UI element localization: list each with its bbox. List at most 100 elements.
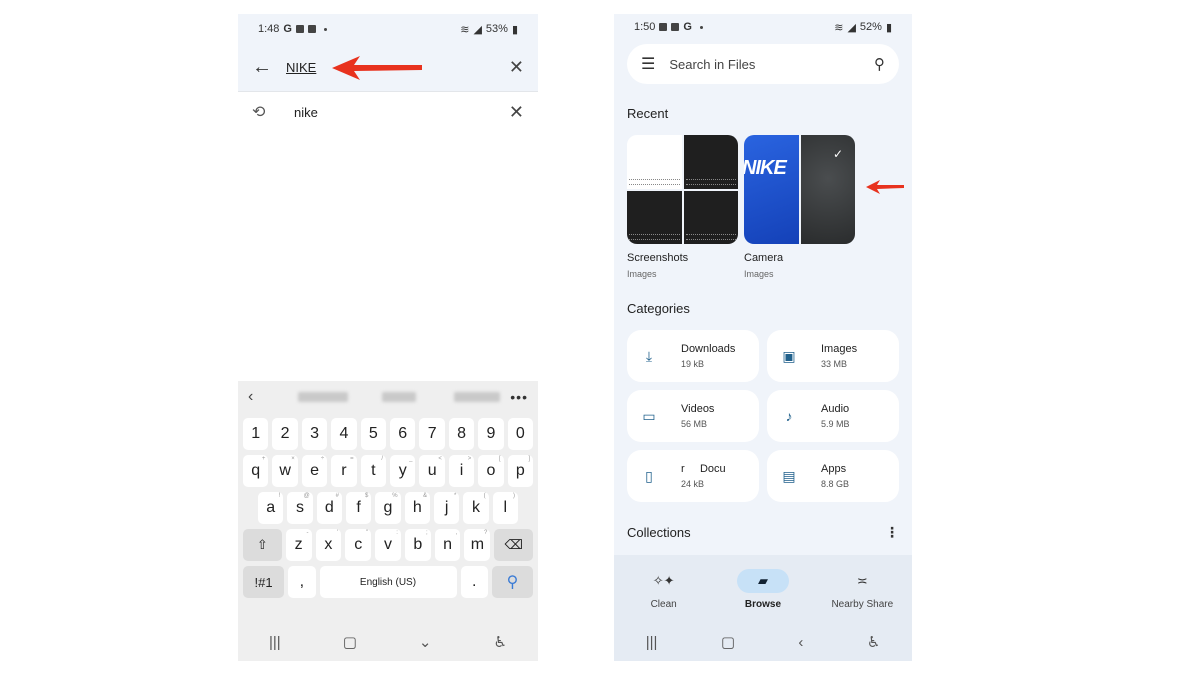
key[interactable]: f $ — [345, 492, 372, 524]
key[interactable]: q + — [243, 455, 269, 487]
category-videos[interactable]: ▭ Videos 56 MB — [627, 390, 759, 442]
category-audio[interactable]: ♪ Audio 5.9 MB — [767, 390, 899, 442]
key[interactable]: a! — [258, 492, 284, 524]
home-icon[interactable]: ▢ — [343, 633, 357, 651]
key[interactable]: 4 — [331, 418, 357, 450]
key[interactable]: 9 — [478, 418, 504, 450]
recents-icon[interactable]: ||| — [269, 634, 281, 651]
more-vert-icon[interactable]: ⋮ — [885, 524, 899, 541]
space-key[interactable]: English (US) — [319, 566, 457, 598]
category-size: 8.8 GB — [821, 479, 850, 489]
key[interactable]: b; — [404, 529, 431, 561]
key-letter: r — [341, 462, 347, 479]
key[interactable]: h & — [404, 492, 430, 524]
backspace-icon[interactable]: ⌫ — [494, 529, 533, 561]
key[interactable]: c " — [345, 529, 372, 561]
period-key[interactable]: . — [460, 566, 488, 598]
key[interactable]: k( — [463, 492, 489, 524]
key[interactable]: p] — [507, 455, 534, 487]
key[interactable]: g% — [375, 492, 401, 524]
key[interactable]: r = — [331, 455, 357, 487]
search-query-input[interactable]: NIKE — [286, 60, 316, 75]
key[interactable]: o[ — [478, 455, 504, 487]
recent-labels: Screenshots Images Camera Images — [614, 252, 912, 279]
category-documents[interactable]: ▯ r Docu 24 kB — [627, 450, 759, 502]
history-item[interactable]: ⟲ nike ✕ — [238, 92, 538, 132]
key[interactable]: 3 — [301, 418, 328, 450]
history-icon: ⟲ — [252, 104, 266, 121]
key[interactable]: 2 — [272, 418, 298, 450]
search-bar[interactable]: ☰ Search in Files ⚲ — [627, 44, 899, 84]
category-name: Audio — [821, 403, 850, 415]
key[interactable]: e ÷ — [301, 455, 328, 487]
recents-icon[interactable]: ||| — [646, 634, 658, 651]
category-downloads[interactable]: ⤓ Downloads 19 kB — [627, 330, 759, 382]
key[interactable]: t / — [360, 455, 387, 487]
more-options-icon[interactable]: ••• — [510, 389, 528, 405]
screenshots-thumbnail[interactable] — [627, 135, 738, 244]
wifi-icon: ≋ — [460, 23, 470, 36]
accessibility-icon[interactable]: ♿︎ — [494, 633, 507, 651]
key[interactable]: x ' — [315, 529, 342, 561]
swoosh-icon: ✓ — [832, 147, 843, 161]
key[interactable]: w × — [272, 455, 298, 487]
remove-history-close-icon[interactable]: ✕ — [509, 102, 524, 123]
key[interactable]: i > — [448, 455, 475, 487]
key[interactable]: y _ — [390, 455, 416, 487]
nav-clean[interactable]: ✧✦ Clean — [619, 569, 709, 610]
close-icon[interactable]: ✕ — [509, 57, 524, 78]
comma-key[interactable]: , — [288, 566, 316, 598]
key[interactable]: 8 — [448, 418, 475, 450]
hamburger-menu-icon[interactable]: ☰ — [641, 54, 655, 74]
key[interactable]: 7 — [419, 418, 445, 450]
recent-item-camera[interactable]: Camera Images — [744, 252, 855, 279]
home-icon[interactable]: ▢ — [721, 633, 735, 651]
recent-type: Images — [627, 269, 657, 279]
key[interactable]: v: — [375, 529, 401, 561]
camera-thumbnail[interactable]: NIKE ✓ — [744, 135, 855, 244]
battery-level: 52% — [859, 21, 882, 33]
key[interactable]: m? — [464, 529, 491, 561]
suggestion-blurred[interactable] — [382, 392, 416, 402]
key-secondary: , — [455, 530, 458, 536]
thumb-tile — [627, 135, 682, 189]
back-chevron-icon[interactable]: ‹ — [798, 634, 803, 651]
search-placeholder[interactable]: Search in Files — [669, 57, 755, 72]
nearby-share-icon: ≍ — [856, 572, 868, 588]
keyboard: ‹ ••• 1 2 3 4 5 6 7 8 9 0 q + w × e ÷ r = t / y _ u <… — [238, 381, 538, 661]
key-secondary: > — [467, 456, 472, 462]
key[interactable]: j * — [433, 492, 460, 524]
suggestion-blurred[interactable] — [298, 392, 348, 402]
collections-header: Collections ⋮ — [614, 524, 912, 541]
category-apps[interactable]: ▤ Apps 8.8 GB — [767, 450, 899, 502]
hide-keyboard-chevron-down-icon[interactable]: ⌄ — [419, 633, 432, 651]
key[interactable]: s @ — [287, 492, 313, 524]
key[interactable]: 0 — [507, 418, 534, 450]
key[interactable]: d # — [316, 492, 342, 524]
folder-search-icon: ▰ — [736, 568, 789, 593]
bottom-key-row: !#1 , English (US) . ⚲ — [238, 566, 538, 598]
category-images[interactable]: ▣ Images 33 MB — [767, 330, 899, 382]
key[interactable]: 1 — [243, 418, 269, 450]
nav-nearby-share[interactable]: ≍ Nearby Share — [817, 569, 907, 610]
key[interactable]: u < — [419, 455, 445, 487]
shift-key[interactable]: ⇧ — [243, 529, 282, 561]
key[interactable]: z- — [285, 529, 312, 561]
accessibility-icon[interactable]: ♿︎ — [867, 633, 880, 651]
chevron-left-icon[interactable]: ‹ — [248, 388, 266, 406]
symbols-key[interactable]: !#1 — [243, 566, 285, 598]
arrow-left-icon[interactable]: ← — [252, 56, 272, 79]
key-letter: w — [279, 462, 291, 479]
categories-grid: ⤓ Downloads 19 kB ▣ Images 33 MB ▭ Videos 5… — [614, 330, 912, 502]
recent-item-screenshots[interactable]: Screenshots Images — [627, 252, 738, 279]
key[interactable]: l) — [492, 492, 518, 524]
message-icon — [659, 23, 668, 31]
search-icon[interactable]: ⚲ — [874, 55, 885, 73]
key[interactable]: 6 — [390, 418, 416, 450]
nav-browse[interactable]: ▰ Browse — [718, 568, 808, 610]
key[interactable]: n, — [434, 529, 461, 561]
search-key-icon[interactable]: ⚲ — [491, 566, 533, 598]
key[interactable]: 5 — [360, 418, 387, 450]
key-secondary: ! — [278, 493, 281, 499]
suggestion-blurred[interactable] — [454, 392, 500, 402]
